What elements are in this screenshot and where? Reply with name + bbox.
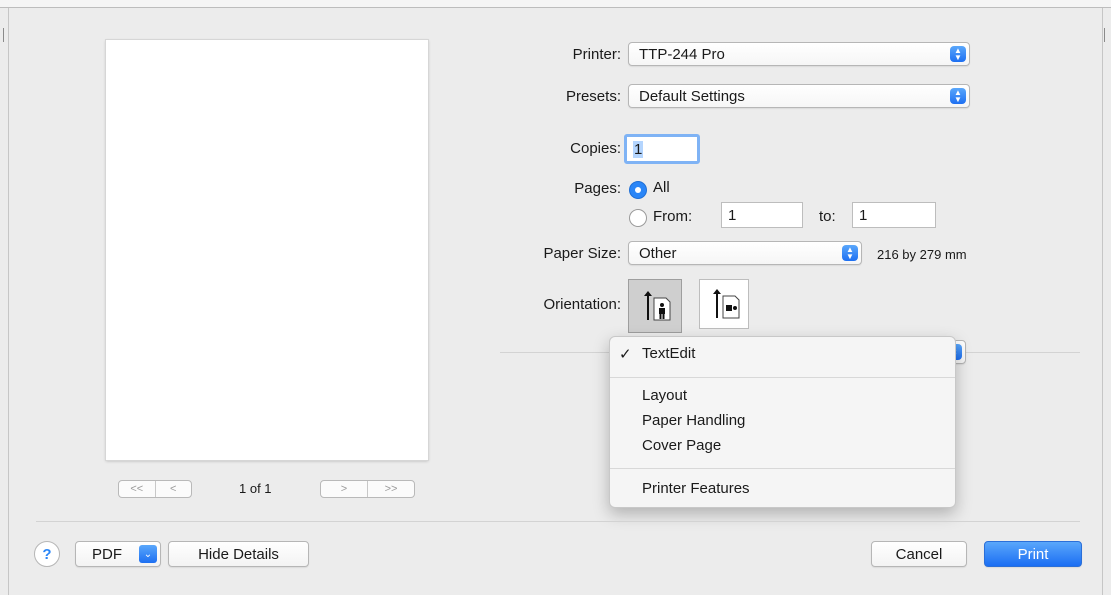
pages-all-label: All	[653, 179, 670, 196]
copies-value: 1	[633, 140, 644, 158]
hide-details-button[interactable]: Hide Details	[168, 541, 309, 567]
paper-size-label: Paper Size:	[543, 245, 621, 262]
popup-arrows-icon: ▲▼	[950, 46, 966, 62]
pages-to-label: to:	[819, 208, 836, 225]
menu-separator	[610, 377, 955, 378]
menu-item-paper-handling[interactable]: Paper Handling	[610, 412, 955, 429]
pages-range-radio[interactable]	[629, 209, 647, 227]
checkmark-icon: ✓	[619, 346, 632, 363]
help-button[interactable]: ?	[34, 541, 60, 567]
pages-from-label: From:	[653, 208, 693, 225]
presets-popup[interactable]: Default Settings ▲ ▼	[628, 84, 970, 108]
menu-item-textedit[interactable]: ✓ TextEdit	[610, 345, 955, 363]
popup-arrows-icon: ▲▼	[842, 245, 858, 261]
page-preview	[106, 40, 428, 460]
copies-label: Copies:	[570, 140, 621, 157]
copies-field[interactable]: 1	[624, 134, 700, 164]
bottom-divider	[36, 521, 1080, 522]
landscape-orientation-button[interactable]	[699, 279, 749, 329]
paper-size-popup[interactable]: Other ▲ ▼	[628, 241, 862, 265]
portrait-orientation-button[interactable]	[628, 279, 682, 333]
right-edge-marker	[1104, 28, 1105, 42]
app-options-menu: ✓ TextEdit Layout Paper Handling Cover P…	[609, 336, 956, 508]
portrait-icon	[644, 291, 671, 321]
pages-from-field[interactable]: 1	[721, 202, 803, 228]
pages-from-value: 1	[728, 206, 737, 224]
printer-value: TTP-244 Pro	[639, 45, 725, 63]
next-page-button[interactable]: >	[321, 481, 367, 497]
pages-to-field[interactable]: 1	[852, 202, 936, 228]
printer-popup[interactable]: TTP-244 Pro ▲ ▼	[628, 42, 970, 66]
pdf-menu-button[interactable]: PDF ⌄	[75, 541, 161, 567]
pages-to-value: 1	[859, 206, 868, 224]
previous-page-button[interactable]: <	[154, 481, 192, 497]
last-page-button[interactable]: >>	[367, 481, 414, 497]
pdf-label: PDF	[92, 545, 122, 563]
chevron-down-icon: ⌄	[139, 545, 157, 563]
first-page-button[interactable]: <<	[119, 481, 155, 497]
preview-back-segment: << <	[118, 480, 192, 498]
presets-value: Default Settings	[639, 87, 745, 105]
paper-dimensions: 216 by 279 mm	[877, 247, 967, 262]
cancel-button[interactable]: Cancel	[871, 541, 967, 567]
window-top-edge	[0, 0, 1111, 8]
window-left-edge	[8, 8, 9, 595]
window-right-edge	[1102, 8, 1103, 595]
printer-label: Printer:	[572, 46, 621, 63]
menu-item-label: TextEdit	[642, 345, 696, 362]
preview-forward-segment: > >>	[320, 480, 415, 498]
menu-separator	[610, 468, 955, 469]
paper-size-value: Other	[639, 244, 677, 262]
orientation-label: Orientation:	[543, 296, 621, 313]
presets-label: Presets:	[565, 88, 621, 105]
left-edge-marker	[3, 28, 4, 42]
menu-item-printer-features[interactable]: Printer Features	[610, 480, 955, 497]
popup-arrows-icon: ▲▼	[950, 88, 966, 104]
menu-item-cover-page[interactable]: Cover Page	[610, 437, 955, 454]
print-button[interactable]: Print	[984, 541, 1082, 567]
pages-all-radio[interactable]	[629, 181, 647, 199]
menu-item-layout[interactable]: Layout	[610, 387, 955, 404]
page-count: 1 of 1	[239, 481, 272, 496]
pages-label: Pages:	[574, 180, 621, 197]
landscape-icon	[713, 289, 740, 319]
